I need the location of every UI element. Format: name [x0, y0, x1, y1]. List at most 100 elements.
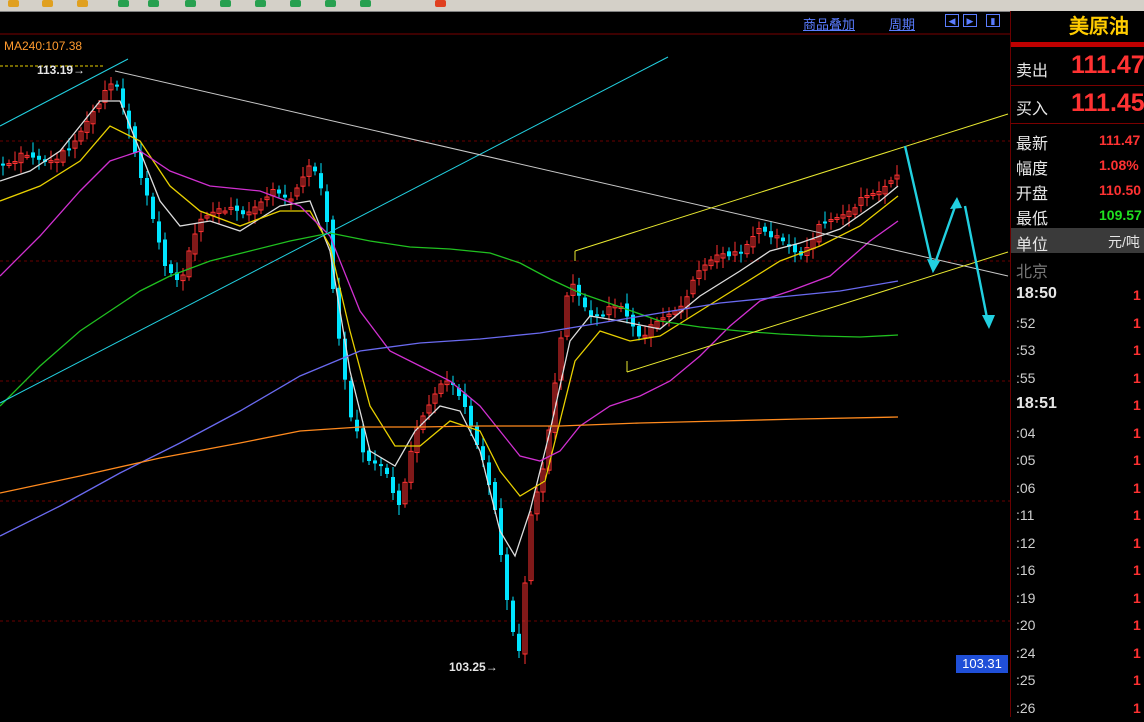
- tick-value: 1: [1133, 644, 1141, 661]
- tick-row[interactable]: :53 1: [1011, 337, 1144, 364]
- tick-row[interactable]: :55 1: [1011, 365, 1144, 392]
- tick-row[interactable]: :16 1: [1011, 557, 1144, 584]
- tick-value: 1: [1133, 589, 1141, 606]
- sell-row: 卖出 111.47: [1011, 48, 1144, 86]
- chart-canvas[interactable]: [0, 11, 1010, 717]
- unit-value: 元/吨: [1108, 234, 1140, 250]
- tick-row[interactable]: :19 1: [1011, 585, 1144, 612]
- unit-label: 单位: [1016, 237, 1049, 254]
- tick-row[interactable]: :04 1: [1011, 420, 1144, 447]
- candle-body: [325, 191, 329, 222]
- quote-row-label: 开盘: [1016, 186, 1049, 203]
- candle-body: [469, 405, 473, 426]
- quote-row-label: 幅度: [1016, 161, 1049, 178]
- candle-body: [277, 189, 281, 194]
- ma240-label: MA240:107.38: [4, 39, 83, 53]
- tick-value: 1: [1133, 534, 1141, 551]
- candle-body: [379, 464, 383, 467]
- tick-time: :05: [1016, 452, 1036, 468]
- tick-time: :12: [1016, 534, 1036, 551]
- candle-body: [169, 264, 173, 273]
- tick-value: 1: [1133, 397, 1141, 413]
- ma-line-240: [0, 416, 899, 494]
- toolbar-icon-11[interactable]: [360, 0, 371, 7]
- projection-arrowhead-up: [950, 197, 962, 209]
- tick-row[interactable]: 18:51 1: [1011, 392, 1144, 419]
- toolbar-icon-9[interactable]: [290, 0, 301, 7]
- candle-body: [163, 239, 167, 266]
- quote-row-value: 110.50: [1099, 182, 1142, 198]
- tick-row[interactable]: :06 1: [1011, 475, 1144, 502]
- tick-row[interactable]: :20 1: [1011, 612, 1144, 639]
- period-link[interactable]: 周期: [889, 14, 915, 33]
- unit-row: 单位 元/吨: [1011, 228, 1144, 254]
- quote-row-value: 1.08%: [1099, 157, 1139, 173]
- tick-time: :11: [1016, 507, 1035, 523]
- tick-value: 1: [1133, 452, 1141, 468]
- candle-body: [577, 284, 581, 296]
- candle-body: [463, 393, 467, 407]
- tick-value: 1: [1133, 507, 1141, 523]
- tick-row[interactable]: :11 1: [1011, 502, 1144, 529]
- toolbar-icon-4[interactable]: [118, 0, 129, 7]
- candle-body: [517, 633, 521, 651]
- projection-path: [903, 145, 959, 274]
- candlestick-chart-area[interactable]: 商品叠加 周期 ◀ ▶ ▮ MA240:107.38 113.19→ 103.2…: [0, 11, 1010, 717]
- overlay-commodity-link[interactable]: 商品叠加: [803, 14, 855, 33]
- toolbar-icon-1[interactable]: [8, 0, 19, 7]
- quote-row-value: 109.57: [1099, 207, 1142, 223]
- candle-body: [37, 155, 41, 160]
- tick-value: 1: [1133, 699, 1141, 716]
- candle-body: [313, 166, 317, 172]
- candle-body: [235, 205, 239, 211]
- candle-body: [319, 173, 323, 189]
- tick-row[interactable]: :26 1: [1011, 695, 1144, 722]
- location-label: 北京: [1016, 264, 1049, 281]
- toolbar-icon-3[interactable]: [77, 0, 88, 7]
- candle-body: [397, 490, 401, 505]
- tick-time: :52: [1016, 314, 1036, 331]
- tick-time: :53: [1016, 342, 1036, 358]
- candle-body: [145, 178, 149, 196]
- ma-line-short: [0, 100, 899, 558]
- candle-body: [511, 600, 515, 632]
- quote-row: 幅度 1.08%: [1011, 153, 1144, 178]
- toolbar-icon-8[interactable]: [255, 0, 266, 7]
- toolbar-icon-5[interactable]: [148, 0, 159, 7]
- candle-body: [157, 221, 161, 243]
- tick-row[interactable]: :12 1: [1011, 530, 1144, 557]
- toolbar-icon-7[interactable]: [220, 0, 231, 7]
- tick-time: 18:50: [1016, 285, 1057, 302]
- tick-row[interactable]: :25 1: [1011, 667, 1144, 694]
- tick-value: 1: [1133, 562, 1141, 578]
- toggle-panel-button[interactable]: ▮: [986, 14, 1000, 27]
- candle-body: [739, 251, 743, 254]
- toolbar-icon-10[interactable]: [325, 0, 336, 7]
- scroll-left-button[interactable]: ◀: [945, 14, 959, 27]
- projection-arrowhead-mid: [927, 259, 940, 273]
- toolbar-icon-6[interactable]: [185, 0, 196, 7]
- low-price-value: 103.25: [449, 660, 486, 674]
- tick-row[interactable]: 18:50 1: [1011, 282, 1144, 309]
- tick-time: :16: [1016, 562, 1036, 578]
- toolbar-icon-2[interactable]: [42, 0, 53, 7]
- tick-value: 1: [1133, 314, 1141, 331]
- quote-row: 最低 109.57: [1011, 203, 1144, 228]
- buy-row: 买入 111.45: [1011, 86, 1144, 124]
- candle-body: [583, 297, 587, 308]
- candle-body: [31, 152, 35, 158]
- tick-row[interactable]: :05 1: [1011, 447, 1144, 474]
- scroll-right-button[interactable]: ▶: [963, 14, 977, 27]
- tick-row[interactable]: :52 1: [1011, 310, 1144, 337]
- tick-value: 1: [1133, 287, 1141, 303]
- tick-time: :24: [1016, 644, 1036, 661]
- tick-row[interactable]: :24 1: [1011, 640, 1144, 667]
- candle-body: [793, 244, 797, 253]
- tick-value: 1: [1133, 617, 1141, 633]
- candle-body: [355, 419, 359, 432]
- sell-value: 111.47: [1071, 51, 1144, 79]
- toolbar-icon-12[interactable]: [435, 0, 446, 7]
- candle-body: [241, 210, 245, 215]
- ma-line-mid: [0, 125, 899, 497]
- candle-body: [823, 221, 827, 224]
